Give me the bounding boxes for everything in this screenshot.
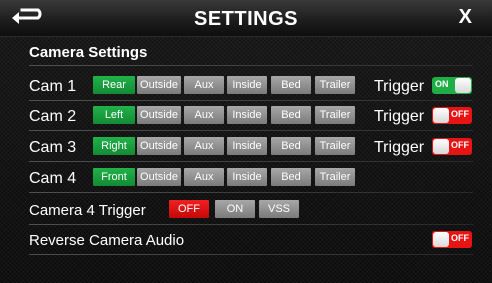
camera-4-trigger-on-button[interactable]: ON [215,200,255,218]
divider [29,100,473,101]
cam-1-trigger-toggle[interactable]: ON [432,77,472,94]
cam-3-selected-button[interactable]: Right [93,137,135,155]
cam-2-trigger-toggle[interactable]: OFF [432,107,472,124]
toggle-knob [433,108,449,123]
camera-4-trigger-label: Camera 4 Trigger [29,202,146,219]
cam-4-aux-button[interactable]: Aux [184,168,224,186]
page-title: SETTINGS [193,8,298,30]
toggle-knob [433,139,449,154]
cam-2-bed-button[interactable]: Bed [271,106,311,124]
divider [29,161,473,162]
cam-3-trigger-toggle[interactable]: OFF [432,138,472,155]
reverse-audio-toggle[interactable]: OFF [432,231,472,248]
cam-2-selected-button[interactable]: Left [93,106,135,124]
toggle-state-text: OFF [451,140,469,150]
cam-4-trailer-button[interactable]: Trailer [315,168,355,186]
close-button[interactable]: X [459,6,472,29]
cam-3-outside-button[interactable]: Outside [137,137,181,155]
divider [29,224,473,225]
cam-1-aux-button[interactable]: Aux [184,76,224,94]
reverse-audio-row: Reverse Camera Audio OFF [29,230,473,254]
cam-3-bed-button[interactable]: Bed [271,137,311,155]
divider [29,192,473,193]
cam-4-row: Cam 4 Front Outside Aux Inside Bed Trail… [29,168,473,192]
cam-2-aux-button[interactable]: Aux [184,106,224,124]
cam-1-row: Cam 1 Rear Outside Aux Inside Bed Traile… [29,76,473,100]
cam-1-bed-button[interactable]: Bed [271,76,311,94]
cam-2-trailer-button[interactable]: Trailer [315,106,355,124]
toggle-knob [433,232,449,247]
divider [29,254,473,255]
camera-4-trigger-off-button[interactable]: OFF [169,200,209,218]
cam-1-selected-button[interactable]: Rear [93,76,135,94]
cam-3-trailer-button[interactable]: Trailer [315,137,355,155]
cam-2-outside-button[interactable]: Outside [137,106,181,124]
cam-2-label: Cam 2 [29,108,77,125]
section-title: Camera Settings [29,44,148,61]
camera-4-trigger-row: Camera 4 Trigger OFF ON VSS [29,200,473,224]
cam-1-outside-button[interactable]: Outside [137,76,181,94]
cam-4-label: Cam 4 [29,170,77,187]
cam-3-inside-button[interactable]: Inside [227,137,267,155]
toggle-knob [455,78,471,93]
camera-4-trigger-vss-button[interactable]: VSS [259,200,299,218]
cam-2-row: Cam 2 Left Outside Aux Inside Bed Traile… [29,106,473,130]
cam-4-inside-button[interactable]: Inside [227,168,267,186]
cam-4-selected-button[interactable]: Front [93,168,135,186]
cam-4-outside-button[interactable]: Outside [137,168,181,186]
cam-3-trigger-label: Trigger [374,139,425,156]
header-bar: SETTINGS X [0,0,492,37]
cam-3-label: Cam 3 [29,139,77,156]
toggle-state-text: ON [435,79,449,89]
cam-3-aux-button[interactable]: Aux [184,137,224,155]
cam-1-trailer-button[interactable]: Trailer [315,76,355,94]
toggle-state-text: OFF [451,233,469,243]
cam-1-trigger-label: Trigger [374,78,425,95]
cam-4-bed-button[interactable]: Bed [271,168,311,186]
settings-screen: SETTINGS X Camera Settings Cam 1 Rear Ou… [0,0,492,283]
divider [29,65,473,66]
divider [29,130,473,131]
cam-2-trigger-label: Trigger [374,108,425,125]
toggle-state-text: OFF [451,109,469,119]
cam-1-inside-button[interactable]: Inside [227,76,267,94]
cam-3-row: Cam 3 Right Outside Aux Inside Bed Trail… [29,137,473,161]
reverse-audio-label: Reverse Camera Audio [29,232,185,249]
cam-1-label: Cam 1 [29,78,77,95]
cam-2-inside-button[interactable]: Inside [227,106,267,124]
